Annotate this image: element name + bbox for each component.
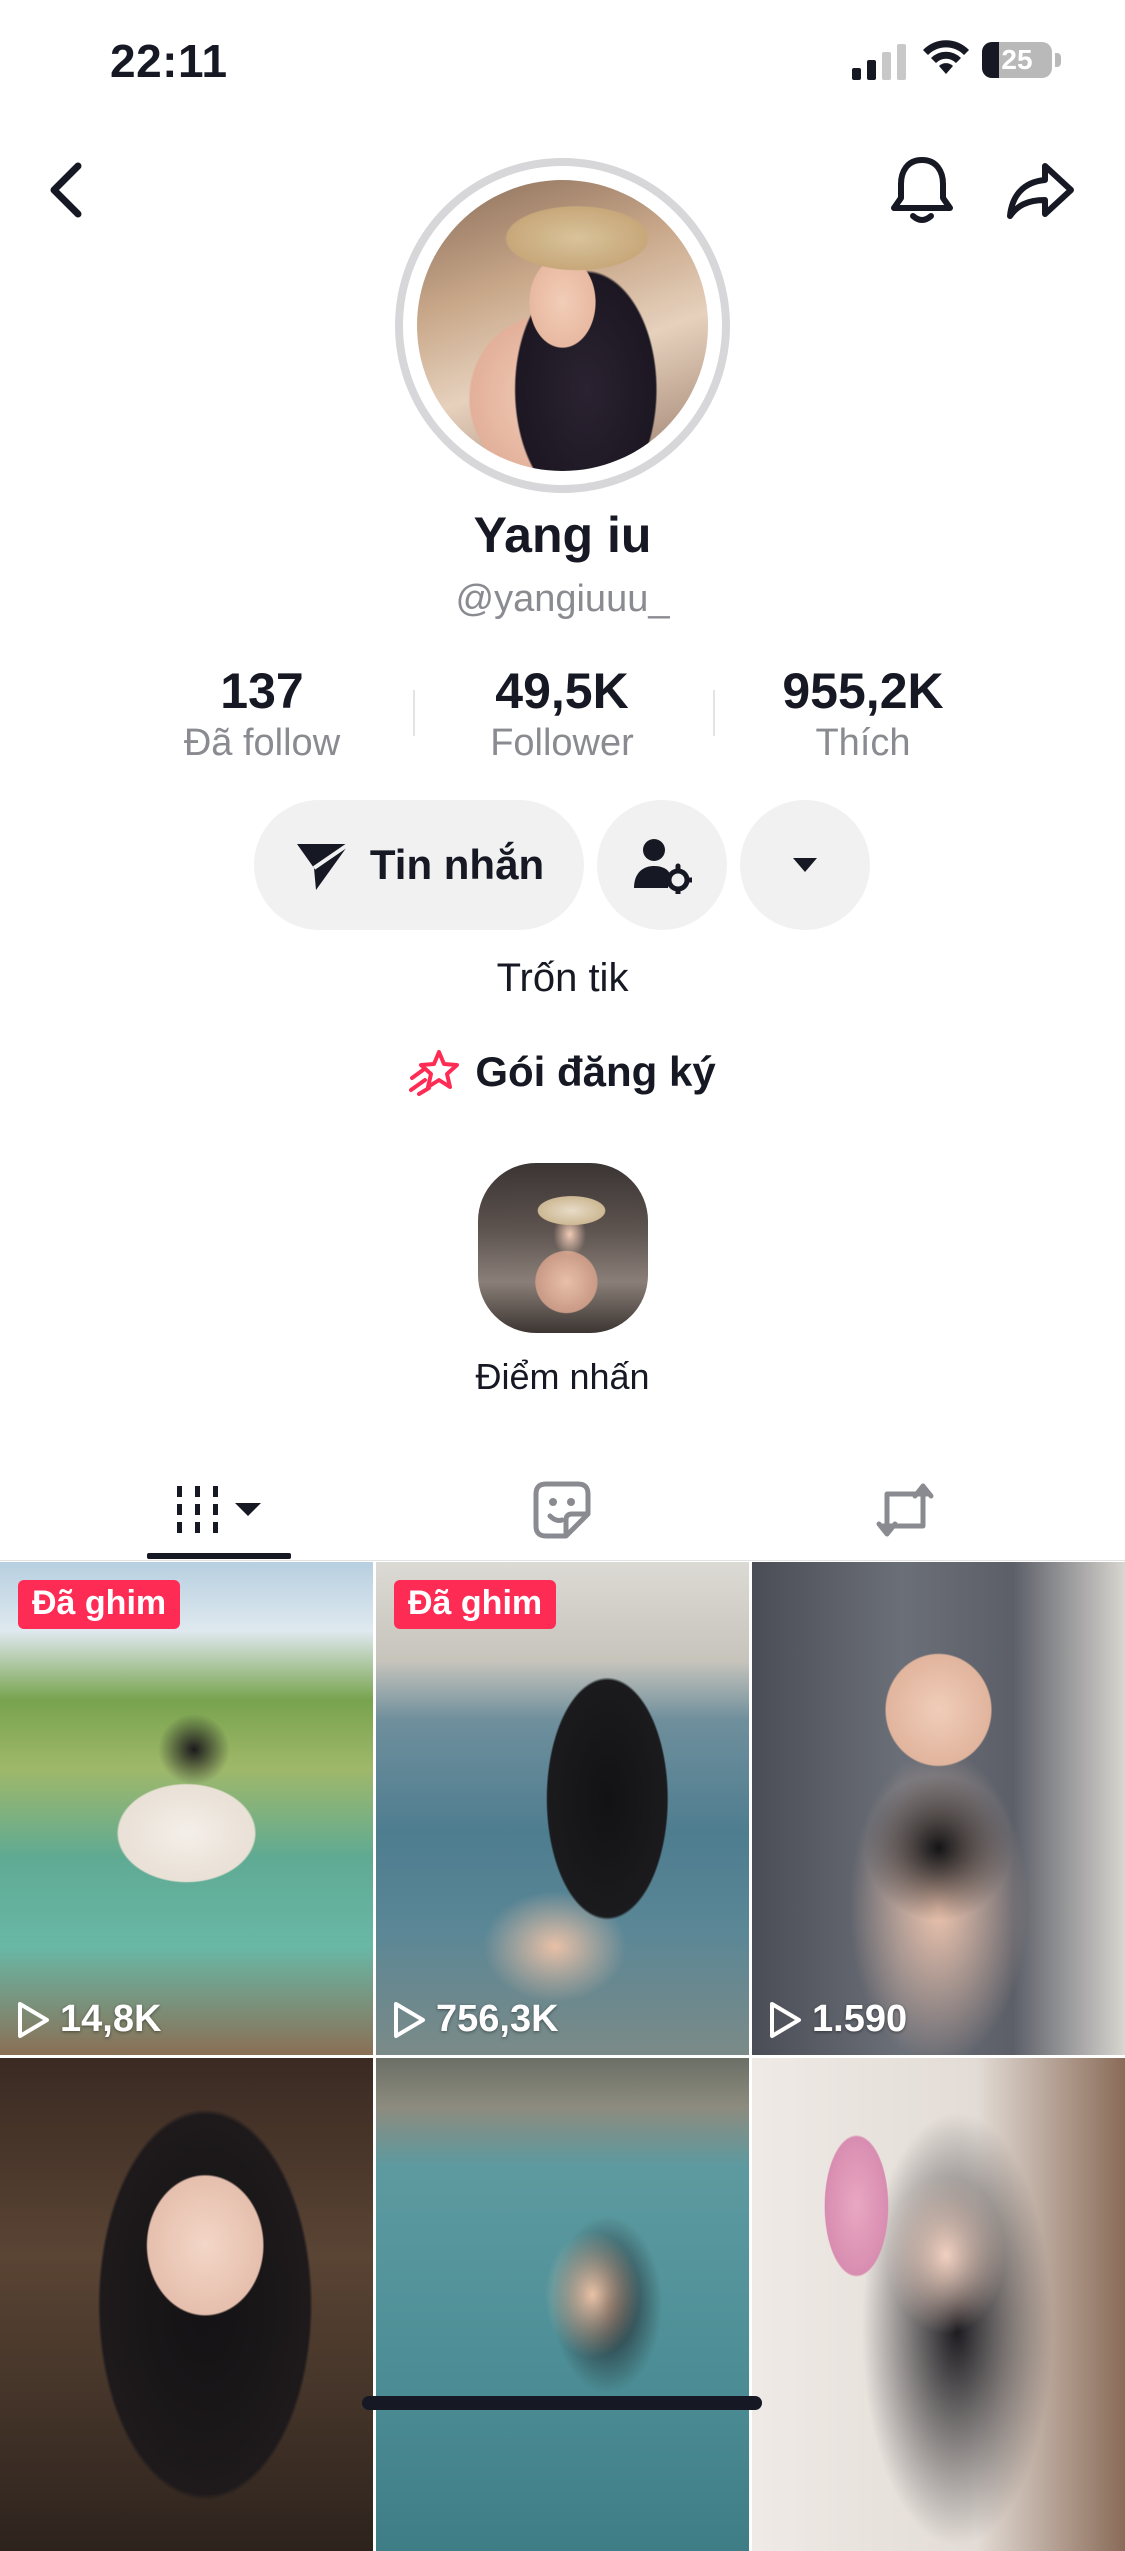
grid-icon: [177, 1486, 261, 1533]
play-icon: [18, 2001, 49, 2038]
subscription-link[interactable]: Gói đăng ký: [0, 1048, 1125, 1096]
stat-likes-label: Thích: [815, 722, 911, 764]
active-tab-indicator: [147, 1553, 291, 1559]
message-button-label: Tin nhắn: [369, 841, 545, 888]
view-count: 14,8K: [16, 1998, 161, 2041]
battery-level: 25: [1001, 44, 1033, 75]
stat-likes-value: 955,2K: [782, 663, 944, 719]
profile-bio: Trốn tik: [496, 956, 629, 1000]
message-button[interactable]: Tin nhắn: [254, 800, 584, 930]
view-count: 1.590: [768, 1998, 907, 2041]
stat-followers-value: 49,5K: [495, 663, 629, 719]
back-button[interactable]: [36, 150, 96, 230]
add-friend-icon: [634, 839, 692, 894]
profile-handle: @yangiuuu_: [455, 578, 670, 620]
repost-icon: [876, 1483, 934, 1537]
subscription-label: Gói đăng ký: [475, 1048, 716, 1095]
video-tile[interactable]: Đã ghim 756,3K: [376, 1562, 749, 2055]
add-friend-button[interactable]: [597, 800, 727, 930]
tab-favorites[interactable]: [512, 1460, 612, 1560]
notification-bell-button[interactable]: [882, 150, 962, 230]
stat-following-label: Đã follow: [183, 722, 341, 764]
battery-icon: 25: [982, 42, 1052, 78]
highlight-label: Điểm nhấn: [475, 1356, 650, 1397]
video-tile[interactable]: 1.590: [752, 1562, 1125, 2055]
stat-likes[interactable]: 955,2K Thích: [713, 662, 1013, 765]
video-tile[interactable]: Đã ghim 14,8K: [0, 1562, 373, 2055]
profile-name: Yang iu: [473, 507, 652, 563]
highlight-thumbnail[interactable]: [478, 1163, 648, 1333]
wifi-icon: [923, 40, 969, 74]
video-tile[interactable]: [0, 2058, 373, 2551]
avatar[interactable]: [417, 180, 708, 471]
play-icon: [770, 2001, 801, 2038]
pinned-badge: Đã ghim: [394, 1580, 557, 1629]
dropdown-icon: [793, 858, 817, 872]
tab-reposts[interactable]: [855, 1460, 955, 1560]
video-tile[interactable]: [752, 2058, 1125, 2551]
share-icon: [1007, 163, 1074, 219]
video-tile[interactable]: [376, 2058, 749, 2551]
sticker-icon: [533, 1481, 591, 1539]
battery-tip: [1055, 53, 1061, 67]
more-options-button[interactable]: [740, 800, 870, 930]
pinned-badge: Đã ghim: [18, 1580, 181, 1629]
view-count: 756,3K: [392, 1998, 559, 2041]
back-icon: [50, 162, 82, 218]
play-icon: [394, 2001, 425, 2038]
view-count-value: 756,3K: [436, 1998, 559, 2040]
view-count-value: 14,8K: [60, 1998, 162, 2040]
cellular-signal-icon: [852, 44, 906, 80]
share-profile-button[interactable]: [998, 150, 1084, 230]
stat-following[interactable]: 137 Đã follow: [112, 662, 412, 765]
subscription-star-icon: [409, 1050, 460, 1096]
tab-divider: [0, 1560, 1125, 1561]
home-indicator: [362, 2396, 762, 2410]
stat-followers[interactable]: 49,5K Follower: [412, 662, 712, 765]
stat-following-value: 137: [220, 663, 304, 719]
bell-icon: [891, 157, 953, 223]
status-time: 22:11: [110, 35, 228, 87]
view-count-value: 1.590: [812, 1998, 908, 2040]
tab-videos[interactable]: [147, 1460, 291, 1560]
stat-followers-label: Follower: [490, 722, 634, 764]
send-icon: [296, 842, 351, 890]
